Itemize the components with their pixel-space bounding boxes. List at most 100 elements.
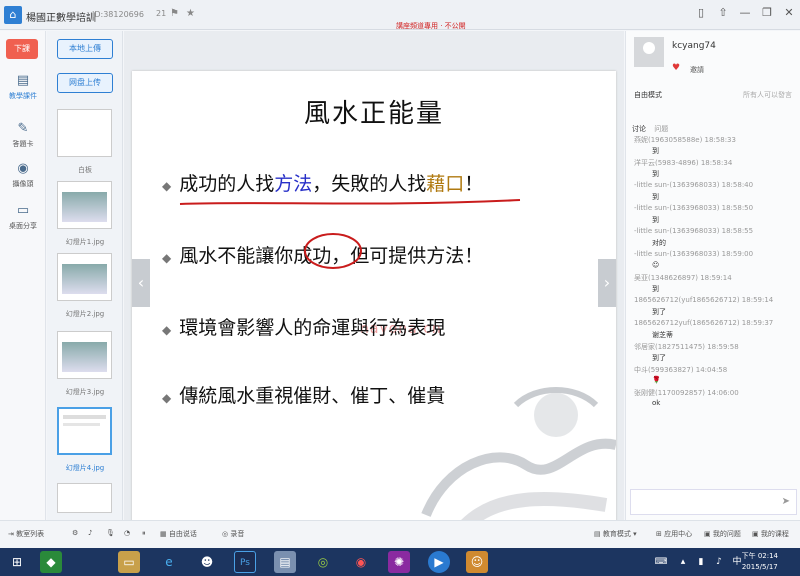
monitor-icon: ▭ — [16, 203, 30, 218]
heart-icon[interactable]: ♥ — [672, 63, 680, 73]
red-underline — [179, 199, 521, 205]
browser-icon[interactable]: ◉ — [350, 551, 372, 573]
thumb-line — [63, 415, 106, 419]
skin-icon[interactable]: ⇧ — [716, 6, 730, 20]
bullet-icon: ◆ — [162, 179, 172, 193]
chat-input[interactable]: ➤ — [630, 489, 797, 515]
phone-icon[interactable]: ▯ — [694, 6, 708, 20]
message-meta: -little sun-(1363968033) 18:58:55 — [634, 227, 754, 235]
keyboard-icon[interactable]: ⌨ — [650, 551, 672, 573]
app-owl-icon[interactable]: ☺ — [466, 551, 488, 573]
thumb-image — [62, 342, 107, 372]
settings-icon[interactable]: ⚙ — [72, 529, 78, 537]
chat-tabs: 讨论 问题 — [632, 124, 674, 134]
nav-camera-label: 攝像頭 — [12, 180, 34, 188]
player-icon[interactable]: ▶ — [428, 551, 450, 573]
clock-date: 2015/5/17 — [741, 563, 778, 571]
message-meta: -little sun-(1363968033) 18:58:50 — [634, 204, 754, 212]
message-text: 对的 — [652, 239, 666, 247]
speaker-icon[interactable]: ♪ — [88, 529, 92, 537]
app-purple-icon[interactable]: ✺ — [388, 551, 410, 573]
home-icon[interactable]: ⌂ — [4, 6, 22, 24]
message-meta: 中斗(599363827) 14:04:58 — [634, 366, 728, 374]
nav-courseware[interactable]: ▤ 教學課件 — [0, 73, 46, 101]
bullet-3: ◆ 環境會影響人的命運與行為表現 — [162, 313, 445, 340]
invite-label[interactable]: 邀請 — [690, 65, 704, 75]
nav-answer-card-label: 答題卡 — [12, 140, 34, 148]
class-list-button[interactable]: ⇥ 教室列表 — [8, 529, 44, 539]
photoshop-icon[interactable]: Ps — [234, 551, 256, 573]
app-center-button[interactable]: ⊞ 应用中心 — [656, 529, 692, 539]
maximize-icon[interactable]: ❐ — [760, 6, 774, 20]
record-label: 录音 — [230, 530, 245, 538]
thumb-label: 白板 — [78, 166, 92, 174]
thumb-slide-3[interactable] — [57, 331, 112, 379]
tab-discussion[interactable]: 讨论 — [632, 125, 646, 133]
nav-desktop-share-label: 桌面分享 — [9, 222, 37, 230]
message-text: 到 — [652, 216, 659, 224]
nav-answer-card[interactable]: ✎ 答題卡 — [0, 121, 46, 149]
ie-icon[interactable]: e — [158, 551, 180, 573]
record-button[interactable]: ◎ 录音 — [222, 529, 244, 539]
mic-icon[interactable]: 🎙 — [106, 529, 115, 537]
document-app-icon[interactable]: ▤ — [274, 551, 296, 573]
favorite-icon[interactable]: ★ — [186, 8, 195, 19]
clock[interactable]: 下午 02:14 2015/5/17 — [742, 551, 778, 573]
message-text: ☺ — [652, 261, 660, 269]
tab-questions[interactable]: 问题 — [654, 125, 668, 133]
message-text: ok — [652, 399, 661, 407]
my-courses-label: 我的课程 — [760, 530, 789, 538]
app-ring-icon[interactable]: ◎ — [312, 551, 334, 573]
message-meta: 邻居家(1827511475) 18:59:58 — [634, 343, 739, 351]
members-icon: ⚑ — [170, 8, 179, 19]
my-questions-button[interactable]: ▣ 我的问题 — [704, 529, 741, 539]
thumb-image — [62, 192, 107, 222]
app-center-label: 应用中心 — [664, 530, 693, 538]
app-green-icon[interactable]: ◆ — [40, 551, 62, 573]
dragon-ornament — [421, 387, 616, 525]
thumb-slide-1[interactable] — [57, 181, 112, 229]
my-courses-button[interactable]: ▣ 我的课程 — [752, 529, 789, 539]
thumb-label: 幻燈片1.jpg — [65, 238, 105, 246]
local-upload-button[interactable]: 本地上傳 — [57, 39, 113, 59]
teach-mode-button[interactable]: ▤ 教育模式 ▾ — [594, 529, 637, 539]
message-text: 🌹 — [652, 376, 661, 384]
thumb-slide-4[interactable] — [57, 407, 112, 455]
message-meta: 1865626712yuf(1865626712) 18:59:37 — [634, 319, 774, 327]
folder-icon[interactable]: ▭ — [118, 551, 140, 573]
minimize-icon[interactable]: — — [738, 6, 752, 20]
pencil-card-icon: ✎ — [17, 121, 29, 136]
cloud-upload-button[interactable]: 网盘上传 — [57, 73, 113, 93]
qq-icon[interactable]: ☻ — [196, 551, 218, 573]
next-slide-button[interactable]: › — [598, 259, 616, 307]
nav-camera[interactable]: ◉ 攝像頭 — [0, 161, 46, 189]
bottom-bar: ⇥ 教室列表 ⚙ ♪ 🎙 ◔ ⏸ ▦ 自由说话 ◎ 录音 ▤ 教育模式 ▾ ⊞ … — [0, 520, 800, 548]
thumb-slide-2[interactable] — [57, 253, 112, 301]
slide-stage: 風水正能量 ◆ 成功的人找方法，失敗的人找藉口！ ◆ 風水不能讓你成功，但可提供方法… — [124, 31, 624, 525]
message-meta: 张刚健(1170092857) 14:06:00 — [634, 389, 739, 397]
prev-slide-button[interactable]: ‹ — [132, 259, 150, 307]
camera-icon: ◉ — [17, 161, 29, 176]
document-icon: ▤ — [16, 73, 30, 88]
close-icon[interactable]: ✕ — [782, 6, 796, 20]
avatar[interactable] — [634, 37, 664, 67]
end-class-button[interactable]: 下課 — [6, 39, 38, 59]
pause-icon[interactable]: ⏸ — [142, 529, 146, 538]
bullet-icon: ◆ — [162, 391, 172, 405]
chat-mode[interactable]: 自由模式 — [634, 90, 662, 100]
start-icon[interactable]: ⊞ — [6, 551, 28, 573]
thumb-line — [63, 423, 100, 426]
my-questions-label: 我的问题 — [712, 530, 741, 538]
volume-icon[interactable]: ◔ — [124, 529, 130, 537]
free-speech-button[interactable]: ▦ 自由说话 — [160, 529, 197, 539]
thumb-slide-5[interactable] — [57, 483, 112, 513]
nav-desktop-share[interactable]: ▭ 桌面分享 — [0, 203, 46, 231]
message-meta: -little sun-(1363968033) 18:59:00 — [634, 250, 754, 258]
send-icon[interactable]: ➤ — [782, 496, 790, 507]
thumb-whiteboard[interactable] — [57, 109, 112, 157]
chat-panel: kcyang74 ♥ 邀請 自由模式 所有人可以發言 讨论 问题 燕妮(1963… — [625, 31, 800, 520]
app-title: 楊國正數學培訓 — [26, 13, 96, 24]
bullet-icon: ◆ — [162, 323, 172, 337]
message-text: 到 — [652, 285, 659, 293]
bullet-1-a: 成功的人找 — [179, 173, 275, 195]
